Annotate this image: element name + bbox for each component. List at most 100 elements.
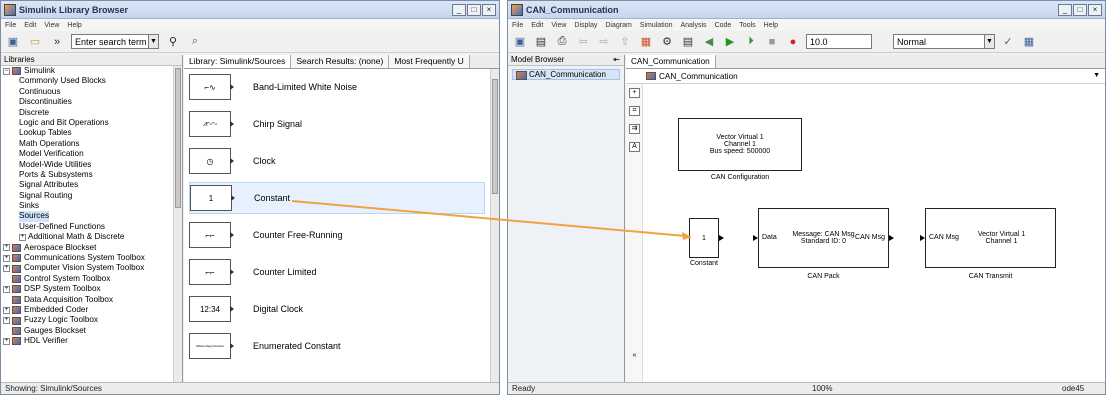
tree-expander-icon[interactable]: +	[3, 317, 10, 325]
tree-item[interactable]: Model Verification	[1, 149, 182, 159]
tree-expander-icon[interactable]: +	[19, 233, 26, 241]
model-close-button[interactable]: ×	[1088, 3, 1102, 16]
redo-icon[interactable]: ⇨	[596, 35, 612, 49]
model-menu-item[interactable]: Simulation	[640, 22, 673, 29]
tree-scrollbar[interactable]	[173, 66, 182, 384]
sim-mode-select[interactable]	[893, 34, 985, 49]
tree-item[interactable]: Sinks	[1, 201, 182, 211]
panel-pin-icon[interactable]: ⇤	[613, 55, 620, 65]
tree-item[interactable]: + DSP System Toolbox	[1, 284, 182, 294]
model-menu-item[interactable]: Help	[764, 22, 778, 29]
library-browser-icon[interactable]: ▦	[638, 35, 654, 49]
search-options-icon[interactable]: ⌕	[187, 35, 203, 49]
maximize-button[interactable]: □	[467, 3, 481, 16]
minimize-button[interactable]: _	[452, 3, 466, 16]
tree-expander-icon[interactable]: +	[3, 337, 10, 345]
binoculars-icon[interactable]: ⚲	[165, 35, 181, 49]
tree-expander-icon[interactable]: +	[3, 265, 10, 273]
run-icon[interactable]: ▶	[722, 35, 738, 49]
tree-scroll-thumb[interactable]	[175, 68, 181, 208]
tree-item[interactable]: Math Operations	[1, 139, 182, 149]
model-menu-item[interactable]: Analysis	[680, 22, 706, 29]
blocks-scrollbar[interactable]	[490, 69, 499, 384]
up-icon[interactable]: ⇧	[617, 35, 633, 49]
tree-expander-icon[interactable]: −	[3, 67, 10, 75]
settings-gear-icon[interactable]: ⚙	[659, 35, 675, 49]
tree-expander-icon[interactable]: +	[3, 285, 10, 293]
tree-expander-icon[interactable]: +	[3, 244, 10, 252]
new-model-icon[interactable]: ▣	[512, 35, 528, 49]
record-icon[interactable]: ●	[785, 35, 801, 49]
library-block[interactable]: ⩘∿∿ Chirp Signal	[189, 108, 485, 140]
tree-item[interactable]: − Simulink	[1, 66, 182, 76]
tree-item[interactable]: Data Acquisition Toolbox	[1, 295, 182, 305]
step-forward-icon[interactable]: ⏵	[743, 35, 759, 49]
tree-expander-icon[interactable]: +	[3, 306, 10, 314]
model-menu-item[interactable]: File	[512, 22, 523, 29]
tree-item[interactable]: Control System Toolbox	[1, 274, 182, 284]
tree-item[interactable]: + Embedded Coder	[1, 305, 182, 315]
open-folder-icon[interactable]: ▭	[27, 35, 43, 49]
library-tab[interactable]: Search Results: (none)	[291, 55, 390, 68]
blocks-scroll-thumb[interactable]	[492, 79, 498, 194]
library-block[interactable]: SlDemoSign.Positive Enumerated Constant	[189, 330, 485, 362]
build-icon[interactable]: ▦	[1021, 35, 1037, 49]
sim-mode-dropdown-icon[interactable]: ▼	[985, 34, 995, 49]
tree-item[interactable]: Lookup Tables	[1, 128, 182, 138]
menu-view[interactable]: View	[44, 22, 59, 29]
tree-item[interactable]: Logic and Bit Operations	[1, 118, 182, 128]
print-icon[interactable]: ⎙	[554, 35, 570, 49]
tree-item[interactable]: + Additional Math & Discrete	[1, 232, 182, 242]
model-browser-item[interactable]: CAN_Communication	[512, 69, 620, 80]
model-menu-item[interactable]: View	[551, 22, 566, 29]
step-back-icon[interactable]: ◀	[701, 35, 717, 49]
model-minimize-button[interactable]: _	[1058, 3, 1072, 16]
model-menu-item[interactable]: Edit	[531, 22, 543, 29]
tree-item-label: Model Verification	[19, 149, 84, 159]
tree-expander-icon[interactable]: +	[3, 254, 10, 262]
search-input[interactable]	[71, 34, 149, 49]
tree-item[interactable]: User-Defined Functions	[1, 222, 182, 232]
tree-item[interactable]: Discrete	[1, 108, 182, 118]
tree-item[interactable]: + Aerospace Blockset	[1, 243, 182, 253]
model-advisor-icon[interactable]: ✓	[1000, 35, 1016, 49]
library-block[interactable]: ⌐⌐ Counter Free-Running	[189, 219, 485, 251]
save-icon[interactable]: ▤	[533, 35, 549, 49]
tree-item[interactable]: + HDL Verifier	[1, 336, 182, 346]
library-block[interactable]: ◷ Clock	[189, 145, 485, 177]
menu-edit[interactable]: Edit	[24, 22, 36, 29]
model-maximize-button[interactable]: □	[1073, 3, 1087, 16]
tree-item[interactable]: + Computer Vision System Toolbox	[1, 263, 182, 273]
library-block[interactable]: ⌐⌐ Counter Limited	[189, 256, 485, 288]
tree-item[interactable]: Signal Routing	[1, 191, 182, 201]
model-menu-item[interactable]: Display	[574, 22, 597, 29]
more-chevron-icon[interactable]: »	[49, 35, 65, 49]
tree-item[interactable]: Signal Attributes	[1, 180, 182, 190]
model-menu-item[interactable]: Code	[715, 22, 732, 29]
library-block[interactable]: 1 Constant	[189, 182, 485, 214]
menu-help[interactable]: Help	[67, 22, 81, 29]
library-block[interactable]: ⌐∿ Band-Limited White Noise	[189, 71, 485, 103]
library-tab[interactable]: Most Frequently U	[389, 55, 470, 68]
new-model-icon[interactable]: ▣	[5, 35, 21, 49]
tree-item[interactable]: Continuous	[1, 87, 182, 97]
tree-item[interactable]: Ports & Subsystems	[1, 170, 182, 180]
menu-file[interactable]: File	[5, 22, 16, 29]
stop-icon[interactable]: ■	[764, 35, 780, 49]
tree-item[interactable]: Commonly Used Blocks	[1, 76, 182, 86]
tree-item[interactable]: + Fuzzy Logic Toolbox	[1, 315, 182, 325]
search-dropdown-icon[interactable]: ▼	[149, 34, 159, 49]
tree-item[interactable]: Sources	[1, 211, 182, 222]
stop-time-input[interactable]	[806, 34, 872, 49]
model-menu-item[interactable]: Tools	[739, 22, 755, 29]
tree-item[interactable]: Gauges Blockset	[1, 326, 182, 336]
library-tab[interactable]: Library: Simulink/Sources	[184, 55, 292, 68]
model-explorer-icon[interactable]: ▤	[680, 35, 696, 49]
undo-icon[interactable]: ⇦	[575, 35, 591, 49]
model-menu-item[interactable]: Diagram	[605, 22, 631, 29]
tree-item[interactable]: + Communications System Toolbox	[1, 253, 182, 263]
tree-item[interactable]: Discontinuities	[1, 97, 182, 107]
close-button[interactable]: ×	[482, 3, 496, 16]
library-block[interactable]: 12:34 Digital Clock	[189, 293, 485, 325]
tree-item[interactable]: Model-Wide Utilities	[1, 160, 182, 170]
